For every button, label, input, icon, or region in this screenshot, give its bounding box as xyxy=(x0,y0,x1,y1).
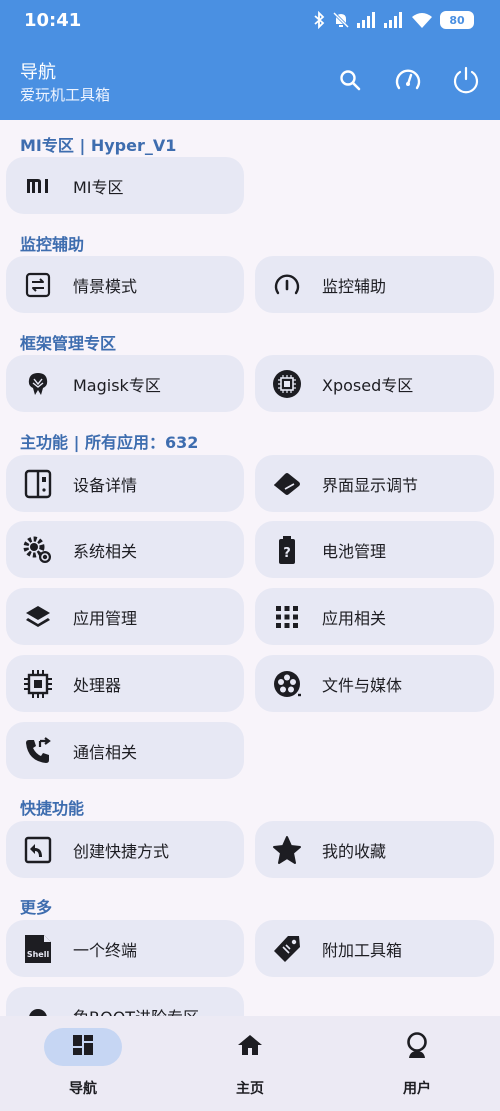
menu-card-communication[interactable]: 通信相关 xyxy=(6,722,244,779)
power-icon xyxy=(451,65,481,99)
search-button[interactable] xyxy=(328,64,372,100)
menu-card-monitor[interactable]: 监控辅助 xyxy=(255,256,494,313)
mi-logo-icon xyxy=(22,170,54,202)
layers-icon xyxy=(22,601,54,633)
section-title-main: 主功能 | 所有应用：632 xyxy=(20,433,199,452)
display-icon xyxy=(271,468,303,500)
menu-card-label: 设备详情 xyxy=(73,475,138,495)
menu-card-label: 系统相关 xyxy=(73,541,138,561)
app-bar: 导航 爱玩机工具箱 xyxy=(0,44,500,120)
svg-text:Shell: Shell xyxy=(27,950,50,959)
section-title-more: 更多 xyxy=(20,898,53,917)
menu-card-no-root[interactable]: 免ROOT进阶专区 xyxy=(6,987,244,1016)
search-icon xyxy=(338,68,362,96)
menu-card-device-info[interactable]: 设备详情 xyxy=(6,455,244,512)
nav-tab-label: 主页 xyxy=(236,1081,264,1097)
nav-icon-wrap xyxy=(378,1028,456,1066)
menu-card-processor[interactable]: 处理器 xyxy=(6,655,244,712)
home-icon xyxy=(237,1033,263,1061)
bottom-navigation: 导航 主页 用户 xyxy=(0,1016,500,1111)
navigation-content[interactable]: MI专区 | Hyper_V1 MI专区 监控辅助 情景模式 监控辅助 框架管理… xyxy=(0,120,500,1016)
menu-card-app-related[interactable]: 应用相关 xyxy=(255,588,494,645)
status-time: 10:41 xyxy=(24,10,82,31)
signal-icon xyxy=(384,12,404,28)
menu-card-display[interactable]: 界面显示调节 xyxy=(255,455,494,512)
menu-card-label: 文件与媒体 xyxy=(322,675,403,695)
section-title-framework: 框架管理专区 xyxy=(20,334,117,353)
menu-card-label: 附加工具箱 xyxy=(322,940,403,960)
magisk-icon xyxy=(22,368,54,400)
gauge-icon xyxy=(271,269,303,301)
android-icon xyxy=(22,1000,54,1016)
star-icon xyxy=(271,834,303,866)
nav-tab-user[interactable]: 用户 xyxy=(334,1016,500,1111)
page-subtitle: 爱玩机工具箱 xyxy=(20,86,111,104)
menu-card-label: 处理器 xyxy=(73,675,122,695)
nav-tab-home[interactable]: 主页 xyxy=(167,1016,333,1111)
nav-tab-label: 导航 xyxy=(69,1081,97,1097)
menu-card-label: 应用相关 xyxy=(322,608,387,628)
menu-card-terminal[interactable]: Shell 一个终端 xyxy=(6,920,244,977)
power-button[interactable] xyxy=(444,64,488,100)
menu-card-label: MI专区 xyxy=(73,177,124,197)
tag-icon xyxy=(271,933,303,965)
menu-card-files-media[interactable]: 文件与媒体 xyxy=(255,655,494,712)
signal-icon xyxy=(357,12,377,28)
menu-card-label: 一个终端 xyxy=(73,940,138,960)
menu-card-label: Magisk专区 xyxy=(73,375,161,395)
menu-card-label: 免ROOT进阶专区 xyxy=(73,1004,199,1017)
processor-icon xyxy=(22,668,54,700)
menu-card-battery[interactable]: ? 电池管理 xyxy=(255,521,494,578)
menu-card-create-shortcut[interactable]: 创建快捷方式 xyxy=(6,821,244,878)
page-title: 导航 xyxy=(20,62,56,83)
status-bar: 10:41 80 xyxy=(0,0,500,44)
menu-card-app-manage[interactable]: 应用管理 xyxy=(6,588,244,645)
bluetooth-icon xyxy=(313,11,325,29)
menu-card-label: 通信相关 xyxy=(73,742,138,762)
section-title-monitor: 监控辅助 xyxy=(20,235,85,254)
nav-tab-label: 用户 xyxy=(403,1081,431,1097)
shortcut-icon xyxy=(22,834,54,866)
battery-indicator: 80 xyxy=(440,11,474,29)
menu-card-label: 情景模式 xyxy=(73,276,138,296)
xposed-chip-icon xyxy=(271,368,303,400)
dashboard-icon xyxy=(71,1033,95,1061)
shell-icon: Shell xyxy=(22,933,54,965)
app-actions xyxy=(328,64,488,100)
nav-tab-navigation[interactable]: 导航 xyxy=(0,1016,166,1111)
menu-card-label: 我的收藏 xyxy=(322,841,387,861)
mute-icon xyxy=(332,11,350,29)
menu-card-favorites[interactable]: 我的收藏 xyxy=(255,821,494,878)
device-icon xyxy=(22,468,54,500)
menu-card-label: 电池管理 xyxy=(322,541,387,561)
status-icons: 80 xyxy=(313,11,474,29)
film-reel-icon xyxy=(271,668,303,700)
monitor-button[interactable] xyxy=(386,64,430,100)
user-icon xyxy=(404,1031,430,1063)
grid-dots-icon xyxy=(271,601,303,633)
menu-card-label: Xposed专区 xyxy=(322,375,414,395)
menu-card-xposed[interactable]: Xposed专区 xyxy=(255,355,494,412)
battery-question-icon: ? xyxy=(271,534,303,566)
menu-card-label: 界面显示调节 xyxy=(322,475,419,495)
nav-active-indicator xyxy=(44,1028,122,1066)
section-title-mi: MI专区 | Hyper_V1 xyxy=(20,136,177,155)
menu-card-label: 应用管理 xyxy=(73,608,138,628)
phone-forward-icon xyxy=(22,735,54,767)
menu-card-system[interactable]: 系统相关 xyxy=(6,521,244,578)
menu-card-mi[interactable]: MI专区 xyxy=(6,157,244,214)
wifi-icon xyxy=(411,12,433,28)
nav-icon-wrap xyxy=(211,1028,289,1066)
menu-card-extra-tools[interactable]: 附加工具箱 xyxy=(255,920,494,977)
menu-card-scene-mode[interactable]: 情景模式 xyxy=(6,256,244,313)
section-title-shortcut: 快捷功能 xyxy=(20,799,85,818)
scene-mode-icon xyxy=(22,269,54,301)
menu-card-label: 监控辅助 xyxy=(322,276,387,296)
menu-card-magisk[interactable]: Magisk专区 xyxy=(6,355,244,412)
svg-text:?: ? xyxy=(283,546,291,561)
gears-icon xyxy=(22,534,54,566)
speedometer-icon xyxy=(394,66,422,98)
menu-card-label: 创建快捷方式 xyxy=(73,841,170,861)
